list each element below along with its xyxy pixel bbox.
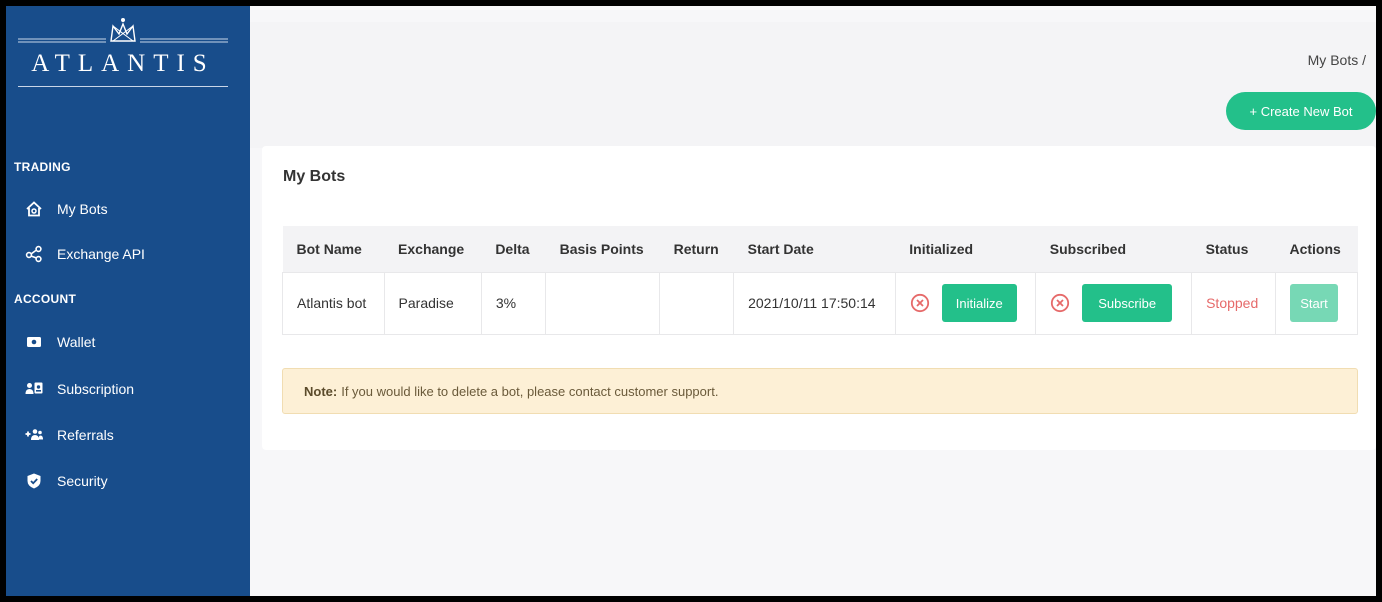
column-header-initialized: Initialized — [895, 226, 1036, 272]
cell-subscribed: Subscribe — [1035, 271, 1193, 335]
brand-logo[interactable]: ATLANTIS — [18, 14, 228, 92]
sidebar-item-label: Referrals — [57, 427, 114, 443]
home-icon — [25, 200, 43, 218]
sidebar-item-label: My Bots — [57, 201, 108, 217]
cell-initialized: Initialize — [894, 271, 1037, 335]
shield-icon — [25, 472, 43, 490]
column-header-start-date: Start Date — [733, 226, 896, 272]
subscription-icon — [25, 380, 43, 398]
not-subscribed-icon — [1051, 293, 1070, 313]
cell-basis-points — [545, 271, 661, 335]
table-header-row: Bot Name Exchange Delta Basis Points Ret… — [282, 226, 1358, 272]
not-initialized-icon — [910, 293, 929, 313]
column-header-status: Status — [1191, 226, 1276, 272]
share-icon — [25, 245, 43, 263]
table-row: Atlantis bot Paradise 3% 2021/10/11 17:5… — [282, 271, 1359, 335]
column-header-bot-name: Bot Name — [282, 226, 385, 272]
start-button[interactable]: Start — [1289, 284, 1338, 322]
app-frame: ATLANTIS TRADING My Bots Exchange API AC… — [6, 6, 1376, 596]
sidebar-item-label: Subscription — [57, 381, 135, 397]
add-users-icon — [25, 426, 43, 444]
initialize-button[interactable]: Initialize — [941, 284, 1017, 322]
sidebar-item-label: Exchange API — [57, 246, 145, 262]
status-badge: Stopped — [1191, 271, 1276, 335]
column-header-delta: Delta — [481, 226, 546, 272]
crown-mark-icon — [18, 18, 228, 43]
sidebar-item-referrals[interactable]: Referrals — [6, 418, 250, 452]
column-header-exchange: Exchange — [384, 226, 482, 272]
sidebar: ATLANTIS TRADING My Bots Exchange API AC… — [6, 6, 250, 596]
create-new-bot-button[interactable]: + Create New Bot — [1226, 92, 1376, 130]
sidebar-item-subscription[interactable]: Subscription — [6, 372, 250, 406]
cell-start-date: 2021/10/11 17:50:14 — [733, 271, 896, 335]
column-header-basis-points: Basis Points — [545, 226, 660, 272]
section-title-trading: TRADING — [14, 160, 71, 174]
note-text: If you would like to delete a bot, pleas… — [341, 383, 719, 399]
page-header: My Bots / + Create New Bot — [250, 22, 1376, 148]
sidebar-item-label: Security — [57, 473, 108, 489]
logo-divider — [18, 86, 228, 87]
sidebar-item-label: Wallet — [57, 334, 96, 350]
column-header-return: Return — [659, 226, 734, 272]
subscribe-button[interactable]: Subscribe — [1082, 284, 1173, 322]
breadcrumb[interactable]: My Bots / — [1308, 52, 1366, 68]
note-label: Note: — [304, 383, 338, 399]
sidebar-item-exchange-api[interactable]: Exchange API — [6, 237, 250, 271]
sidebar-item-security[interactable]: Security — [6, 464, 250, 498]
cell-return — [659, 271, 735, 335]
column-header-actions: Actions — [1275, 226, 1358, 272]
bots-table: Bot Name Exchange Delta Basis Points Ret… — [282, 226, 1359, 335]
sidebar-item-wallet[interactable]: Wallet — [6, 325, 250, 359]
section-title-account: ACCOUNT — [14, 292, 77, 306]
column-header-subscribed: Subscribed — [1035, 226, 1192, 272]
cell-delta: 3% — [480, 271, 547, 335]
delete-bot-note: Note: If you would like to delete a bot,… — [282, 368, 1358, 414]
wallet-icon — [25, 333, 43, 351]
cell-exchange: Paradise — [383, 271, 482, 335]
sidebar-item-my-bots[interactable]: My Bots — [6, 192, 250, 226]
cell-actions: Start — [1274, 271, 1359, 335]
card-title: My Bots — [283, 168, 346, 185]
cell-bot-name: Atlantis bot — [282, 271, 385, 335]
brand-name: ATLANTIS — [31, 50, 215, 77]
my-bots-card: My Bots Bot Name Exchange Delta Basis Po… — [262, 146, 1376, 450]
